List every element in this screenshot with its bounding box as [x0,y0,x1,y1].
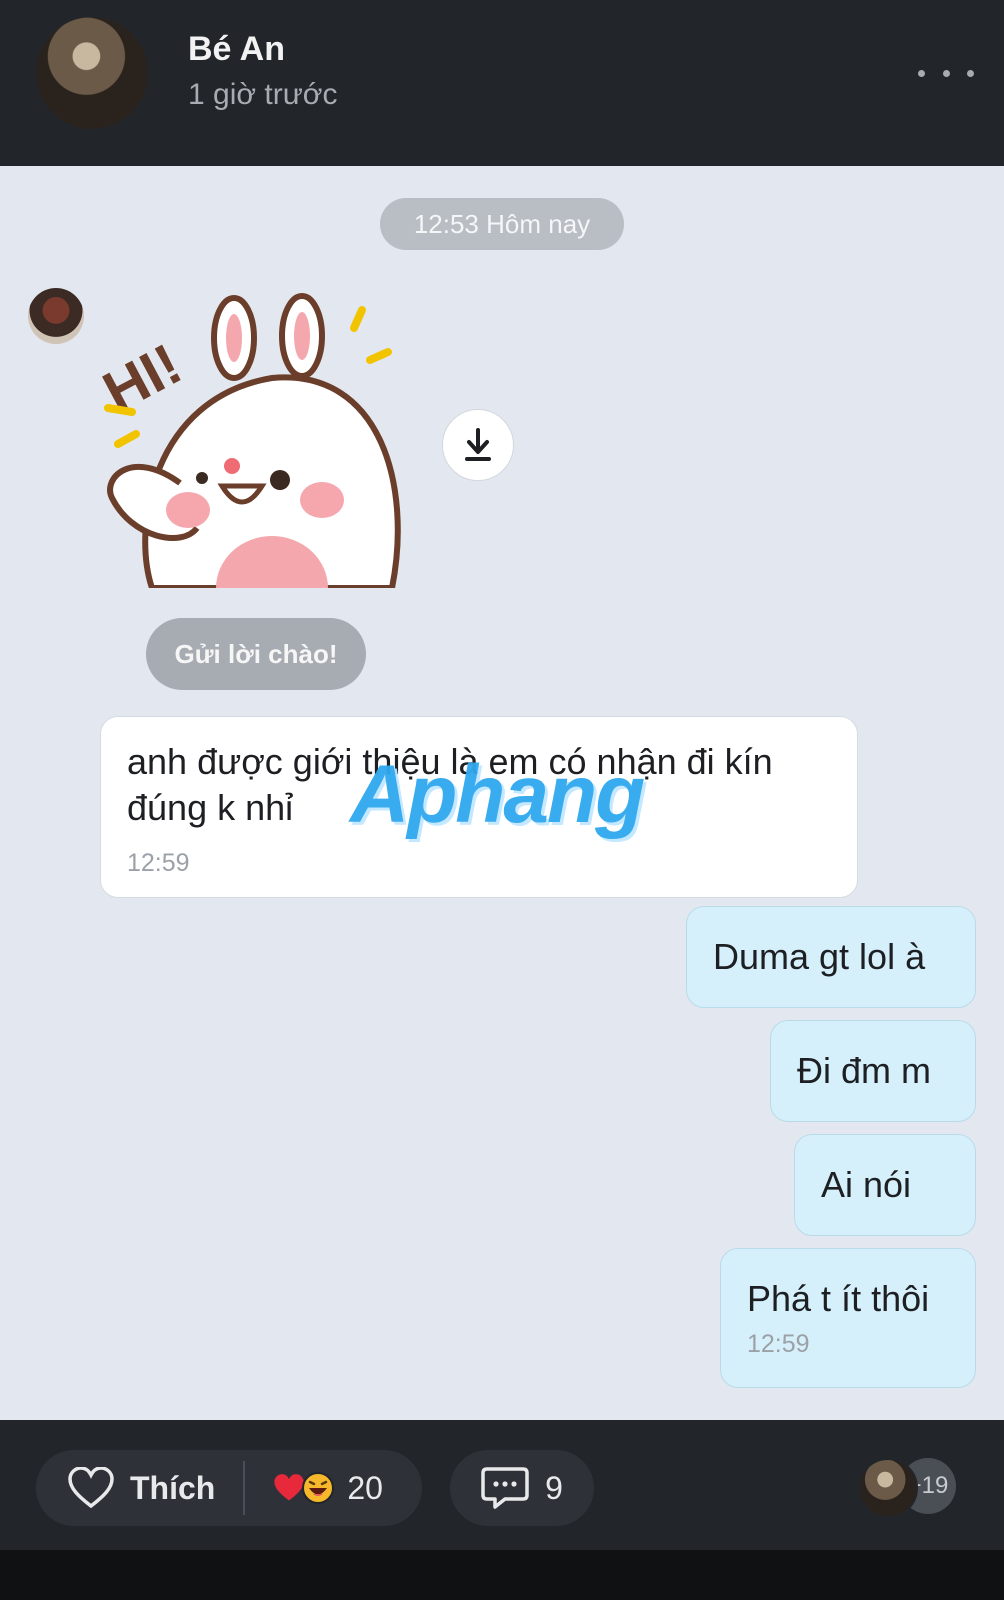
download-icon [465,428,491,461]
more-options-button[interactable] [918,58,974,88]
like-button[interactable]: Thích [36,1450,215,1526]
send-greeting-button[interactable]: Gửi lời chào! [146,618,366,690]
author-name[interactable]: Bé An [188,30,285,69]
sender-avatar [28,288,84,344]
outgoing-message: Đi đm m [770,1020,976,1122]
like-label: Thích [130,1469,216,1506]
download-sticker-button[interactable] [442,409,514,481]
reactions-summary[interactable]: 20 [273,1470,383,1507]
hi-bunny-sticker: HI! [93,293,401,588]
post-time: 1 giờ trước [188,78,338,111]
viewers-stack[interactable]: +19 [858,1456,968,1518]
heart-outline-icon [68,1467,114,1509]
post-header: Bé An 1 giờ trước [0,0,1004,166]
outgoing-message: Phá t ít thôi 12:59 [720,1248,976,1388]
outgoing-message: Duma gt lol à [686,906,976,1008]
outgoing-message-text: Phá t ít thôi [747,1277,930,1319]
incoming-message-time: 12:59 [127,849,190,877]
haha-reaction-icon [302,1472,335,1504]
divider [243,1461,246,1515]
reaction-count: 20 [347,1469,383,1506]
comment-button[interactable]: 9 [450,1450,594,1526]
post-actions-bar: Thích 20 9 +19 [0,1420,1004,1550]
viewer-avatar [858,1458,918,1518]
bottom-bar [0,1550,1004,1600]
watermark: Aphang [350,749,645,840]
comment-icon [481,1467,529,1509]
like-reaction-group: Thích 20 [36,1450,422,1526]
outgoing-message-time: 12:59 [747,1329,810,1358]
chat-screenshot: 12:53 Hôm nay HI! Gửi lời chào! anh được [0,166,1004,1420]
day-stamp: 12:53 Hôm nay [380,198,624,250]
author-avatar[interactable] [36,17,148,129]
comment-count: 9 [545,1469,563,1506]
outgoing-message: Ai nói [794,1134,976,1236]
more-icon [918,69,925,77]
